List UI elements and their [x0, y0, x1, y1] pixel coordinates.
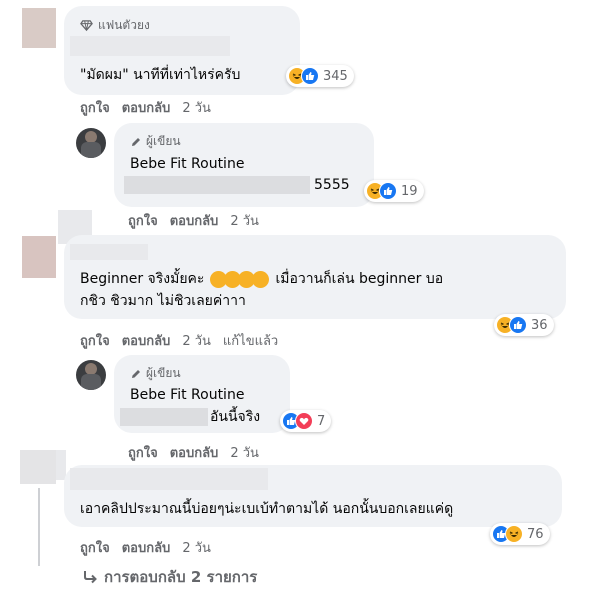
laughing-emoji-icon: [252, 271, 270, 288]
author-name[interactable]: Bebe Fit Routine: [130, 387, 244, 403]
like-link[interactable]: ถูกใจ: [80, 330, 110, 351]
redacted-name: [70, 468, 268, 490]
like-icon: [301, 67, 319, 85]
like-link[interactable]: ถูกใจ: [80, 537, 110, 558]
reaction-count: 76: [527, 526, 544, 542]
redacted-mention: [120, 408, 208, 426]
reaction-count: 345: [323, 68, 348, 84]
reaction-summary[interactable]: 36: [494, 314, 554, 336]
reply-actions: ถูกใจ ตอบกลับ 2 วัน: [128, 210, 271, 231]
reply-text: 5555: [314, 177, 350, 193]
reaction-count: 36: [531, 317, 548, 333]
redacted-name: [70, 244, 148, 260]
comment-text: "มัดผม" นาทีที่เท่าไหร่ครับ: [80, 67, 241, 83]
like-link[interactable]: ถูกใจ: [80, 97, 110, 118]
comment-text-part2: เมื่อวานก็เล่น beginner บอ: [275, 271, 444, 287]
author-badge: ผู้เขียน: [130, 364, 181, 383]
comment-actions: ถูกใจ ตอบกลับ 2 วัน แก้ไขแล้ว: [80, 330, 290, 351]
comment-text: Beginner จริงมั้ยคะ เมื่อวานก็เล่น begin…: [80, 270, 443, 289]
reaction-summary[interactable]: 19: [364, 180, 424, 202]
pencil-icon: [132, 137, 140, 146]
reaction-summary[interactable]: 76: [490, 523, 550, 545]
like-link[interactable]: ถูกใจ: [128, 442, 158, 463]
timestamp[interactable]: 2 วัน: [182, 97, 211, 118]
pencil-icon: [132, 369, 140, 378]
thread-line: [38, 488, 40, 566]
author-name[interactable]: Bebe Fit Routine: [130, 156, 244, 172]
view-replies-label[interactable]: การตอบกลับ 2 รายการ: [104, 565, 257, 589]
author-badge: ผู้เขียน: [130, 132, 181, 151]
author-badge-label: ผู้เขียน: [146, 134, 181, 148]
timestamp[interactable]: 2 วัน: [182, 330, 211, 351]
comment-text-line2: กชิว ชิวมาก ไม่ชิวเลยค่าาา: [80, 293, 246, 309]
reply-text: อันนี้จริง: [210, 409, 261, 425]
view-replies-link[interactable]: การตอบกลับ 2 รายการ: [82, 565, 257, 589]
reply-actions: ถูกใจ ตอบกลับ 2 วัน: [128, 442, 271, 463]
comment-actions: ถูกใจ ตอบกลับ 2 วัน: [80, 97, 223, 118]
author-avatar[interactable]: [76, 128, 106, 158]
author-avatar[interactable]: [76, 360, 106, 390]
reaction-count: 7: [317, 413, 326, 429]
timestamp[interactable]: 2 วัน: [230, 210, 259, 231]
author-badge-label: ผู้เขียน: [146, 366, 181, 380]
reply-link[interactable]: ตอบกลับ: [170, 442, 219, 463]
reaction-summary[interactable]: 7: [280, 410, 332, 432]
like-icon: [509, 316, 527, 334]
reaction-summary[interactable]: 345: [286, 65, 354, 87]
like-link[interactable]: ถูกใจ: [128, 210, 158, 231]
comment-actions: ถูกใจ ตอบกลับ 2 วัน: [80, 537, 223, 558]
avatar[interactable]: [20, 450, 56, 484]
reply-link[interactable]: ตอบกลับ: [122, 97, 171, 118]
avatar[interactable]: [22, 8, 56, 48]
like-icon: [379, 182, 397, 200]
avatar[interactable]: [22, 236, 56, 278]
reply-link[interactable]: ตอบกลับ: [122, 537, 171, 558]
redacted-mention: [124, 176, 310, 194]
redacted-name: [70, 36, 230, 56]
emoji-group: [210, 271, 270, 288]
haha-icon: [505, 525, 523, 543]
reply-link[interactable]: ตอบกลับ: [170, 210, 219, 231]
love-icon: [295, 412, 313, 430]
comment-text-part1: Beginner จริงมั้ยคะ: [80, 271, 205, 287]
timestamp[interactable]: 2 วัน: [182, 537, 211, 558]
reply-link[interactable]: ตอบกลับ: [122, 330, 171, 351]
timestamp[interactable]: 2 วัน: [230, 442, 259, 463]
comment-text: เอาคลิปประมาณนี้บ่อยๆน่ะเบเบ้ทำตามได้ นอ…: [80, 501, 454, 517]
diamond-icon: [80, 20, 93, 32]
reply-arrow-icon: [84, 571, 97, 584]
fan-badge-label: แฟนตัวยง: [98, 18, 150, 32]
edited-label[interactable]: แก้ไขแล้ว: [223, 330, 278, 351]
fan-badge: แฟนตัวยง: [80, 16, 150, 35]
reaction-count: 19: [401, 183, 418, 199]
